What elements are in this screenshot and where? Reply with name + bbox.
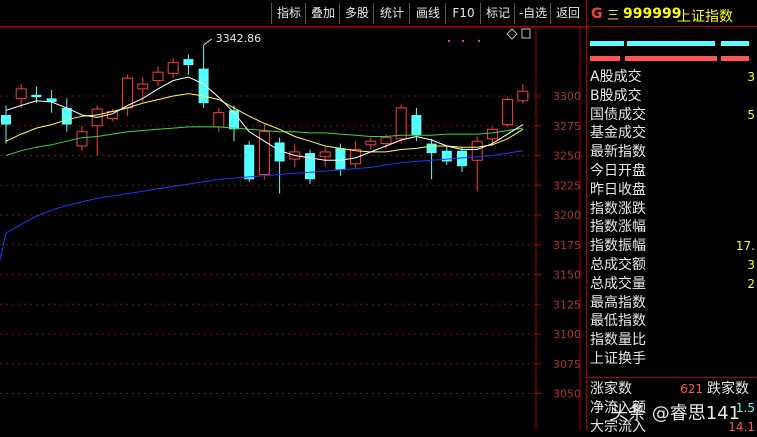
- watermark: 头条 @睿思141: [610, 403, 741, 424]
- candle-body-up: [517, 90, 529, 102]
- panel-row-value: 17.: [735, 239, 755, 254]
- y-tick-label: 3100: [553, 328, 581, 341]
- candle-body-down: [244, 144, 255, 180]
- panel-row-label: 最高指数: [590, 294, 646, 311]
- y-tick-label: 3125: [553, 298, 581, 311]
- candle-body-down: [198, 68, 209, 104]
- y-tick-label: 3175: [553, 239, 581, 252]
- menu-icon[interactable]: 三: [607, 6, 619, 23]
- index-code: 999999: [623, 6, 682, 22]
- toolbar-button-4[interactable]: 画线: [409, 3, 446, 24]
- toolbar-button-3[interactable]: 统计: [373, 3, 410, 24]
- red-bar-3: [721, 56, 749, 61]
- window-icon[interactable]: [521, 28, 531, 39]
- y-tick-label: 3200: [553, 209, 581, 222]
- index-name: 上证指数: [677, 9, 733, 25]
- candle-body-up: [167, 62, 179, 74]
- y-tick-label: 3250: [553, 150, 581, 163]
- panel-row-label: 最新指数: [590, 144, 646, 161]
- candle-body-up: [213, 112, 225, 128]
- cyan-bar-3: [721, 41, 749, 46]
- panel-row-value: 5: [747, 107, 755, 122]
- toolbar-button-1[interactable]: 叠加: [305, 3, 340, 24]
- y-tick-label: 3275: [553, 120, 581, 133]
- toolbar-button-7[interactable]: -自选: [514, 3, 551, 24]
- index-info-panel: G 三 999999 上证指数 A股成交 3 B股成交国债成交 5 基金成交最新指数今日…: [586, 0, 757, 435]
- candle-body-down: [411, 115, 422, 136]
- panel-row-value: 3: [747, 258, 755, 272]
- candle-body-up: [395, 107, 407, 140]
- cyan-bar-2: [627, 41, 715, 46]
- candle-body-up: [152, 71, 164, 82]
- kline-chart[interactable]: 3300 3275 3250 3225 3200 3175 3150 3125 3100 3075…: [0, 27, 585, 430]
- panel-row-label: 指数振幅: [590, 238, 646, 255]
- panel-row-label: 指数量比: [590, 332, 646, 349]
- y-tick-label: 3050: [553, 388, 581, 401]
- panel-row-label: 指数涨幅: [590, 219, 646, 236]
- red-bar-1: [590, 56, 620, 61]
- dot-marker: [448, 40, 450, 42]
- diamond-icon[interactable]: [506, 28, 518, 40]
- dot-marker: [462, 40, 464, 42]
- panel-row-label: 国债成交: [590, 106, 646, 123]
- panel-row-label: B股成交: [590, 87, 642, 104]
- panel-row-label: 总成交额: [590, 257, 646, 273]
- y-tick-label: 3075: [553, 358, 581, 371]
- panel-row-label: 最低指数: [590, 313, 646, 330]
- rise-count-value: 621: [680, 382, 703, 396]
- panel-row-label: 总成交量: [590, 275, 646, 292]
- candle-body-down: [1, 115, 11, 125]
- high-marker-line: [203, 38, 212, 46]
- candle-body-up: [380, 137, 392, 145]
- panel-header: G 三 999999 上证指数: [587, 4, 757, 26]
- y-tick-label: 3225: [553, 179, 581, 192]
- ma-line-ma60-tail: [0, 232, 7, 260]
- panel-row-value: 3: [747, 70, 755, 84]
- panel-row-label: A股成交: [590, 69, 642, 85]
- candle-body-down: [335, 148, 346, 170]
- cyan-bar-1: [590, 41, 624, 46]
- fall-count-label: 跌家数: [707, 381, 749, 397]
- panel-row-value: 2: [747, 276, 755, 291]
- toolbar-button-5[interactable]: F10: [445, 3, 481, 24]
- candle-body-down: [61, 107, 72, 125]
- y-tick-label: 3300: [553, 90, 581, 103]
- toolbar-button-6[interactable]: 标记: [480, 3, 515, 24]
- red-bar-2: [625, 56, 717, 61]
- candle-body-up: [258, 131, 270, 176]
- candle-body-down: [183, 59, 194, 66]
- candle-body-up: [502, 99, 514, 126]
- kline-chart-svg: 3300 3275 3250 3225 3200 3175 3150 3125 3100 3075…: [0, 27, 585, 430]
- rise-count-label: 涨家数: [590, 381, 632, 397]
- high-marker-label: 3342.86: [216, 32, 262, 45]
- y-tick-label: 3150: [553, 269, 581, 282]
- candle-body-down: [31, 94, 42, 98]
- candle-body-up: [15, 88, 27, 99]
- toolbar-button-0[interactable]: 指标: [271, 3, 306, 24]
- candle-body-up: [486, 128, 498, 140]
- panel-divider: [587, 377, 757, 378]
- candle-body-up: [365, 140, 377, 146]
- panel-row-label: 今日开盘: [590, 163, 646, 179]
- g-badge[interactable]: G: [591, 6, 603, 22]
- candle-body-up: [137, 83, 149, 90]
- dot-marker: [478, 40, 480, 42]
- candle-body-down: [426, 143, 437, 154]
- toolbar-button-8[interactable]: 返回: [550, 3, 585, 24]
- panel-row-label: 基金成交: [590, 125, 646, 142]
- panel-row-label: 指数涨跌: [590, 200, 646, 217]
- candle-body-up: [319, 151, 331, 158]
- panel-row-label: 上证换手: [590, 351, 646, 367]
- panel-row-label: 昨日收盘: [590, 181, 646, 198]
- toolbar-button-2[interactable]: 多股: [339, 3, 374, 24]
